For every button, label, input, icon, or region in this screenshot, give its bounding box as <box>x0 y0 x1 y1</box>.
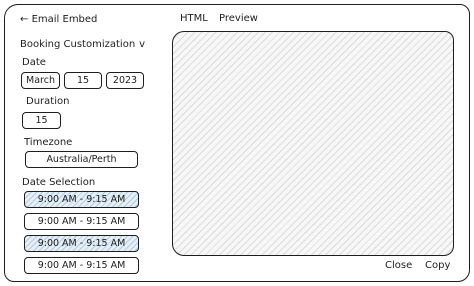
date-label: Date <box>22 57 46 68</box>
section-title: Booking Customization <box>20 39 136 50</box>
back-link[interactable]: ← Email Embed <box>20 14 97 26</box>
timezone-label: Timezone <box>24 137 73 148</box>
timezone-select[interactable]: Australia/Perth <box>25 151 138 168</box>
back-link-label: Email Embed <box>31 14 98 25</box>
booking-customization-toggle[interactable]: Booking Customization v <box>20 39 145 51</box>
date-selection-label: Date Selection <box>22 177 96 188</box>
close-button[interactable]: Close <box>385 260 412 272</box>
time-slot-1[interactable]: 9:00 AM - 9:15 AM <box>24 191 139 208</box>
year-select[interactable]: 2023 <box>106 72 144 89</box>
duration-label: Duration <box>26 96 70 107</box>
arrow-left-icon: ← <box>20 14 29 25</box>
tab-html[interactable]: HTML <box>180 13 208 25</box>
chevron-down-icon: v <box>139 39 146 50</box>
copy-button[interactable]: Copy <box>425 260 450 272</box>
month-select[interactable]: March <box>21 72 60 89</box>
time-slot-2[interactable]: 9:00 AM - 9:15 AM <box>24 213 139 230</box>
duration-input[interactable]: 15 <box>22 112 61 129</box>
tab-preview[interactable]: Preview <box>219 13 258 25</box>
preview-area <box>172 31 454 256</box>
time-slot-3[interactable]: 9:00 AM - 9:15 AM <box>24 235 139 252</box>
day-select[interactable]: 15 <box>64 72 102 89</box>
time-slot-4[interactable]: 9:00 AM - 9:15 AM <box>24 257 139 274</box>
